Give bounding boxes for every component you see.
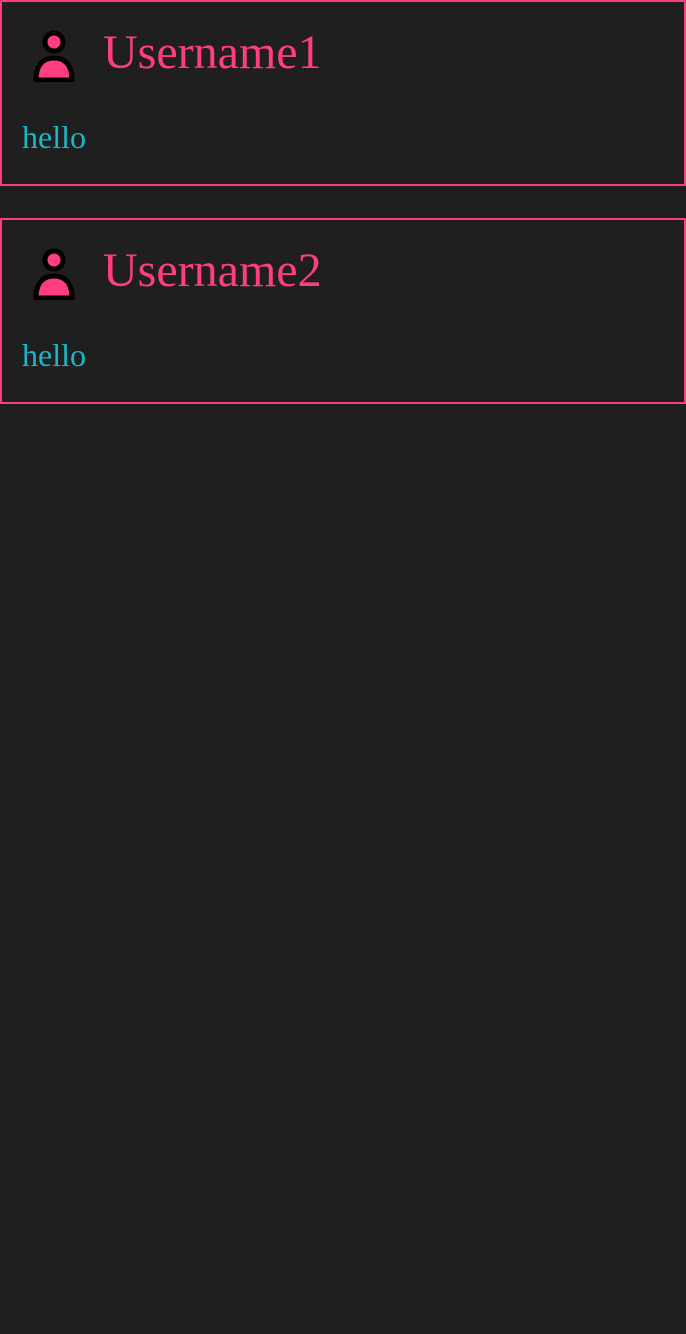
user-icon xyxy=(32,248,76,301)
post-message: hello xyxy=(22,337,86,373)
post-card[interactable]: Username1 hello xyxy=(0,0,686,186)
post-card[interactable]: Username2 hello xyxy=(0,218,686,404)
post-feed: Username1 hello Username2 hello xyxy=(0,0,686,1334)
username: Username1 xyxy=(103,26,322,79)
post-message: hello xyxy=(22,119,86,155)
user-icon xyxy=(32,30,76,83)
username: Username2 xyxy=(103,244,322,297)
